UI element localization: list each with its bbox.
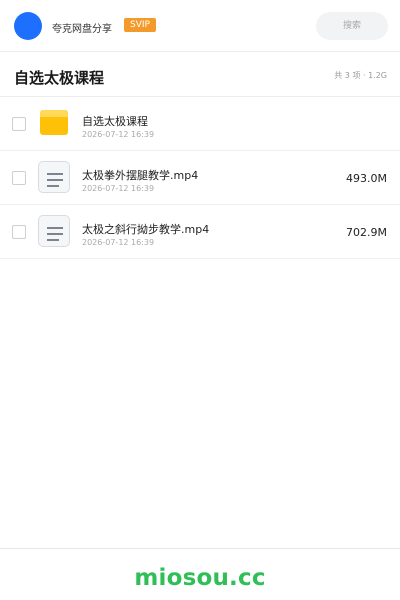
folder-title-bar: 自选太极课程 共 3 项 · 1.2G bbox=[0, 53, 400, 97]
file-row[interactable]: 自选太极课程 2026-07-12 16:39 bbox=[0, 97, 400, 151]
svip-badge[interactable]: SVIP bbox=[124, 18, 156, 32]
video-file-icon bbox=[38, 161, 70, 193]
file-date: 2026-07-12 16:39 bbox=[82, 130, 155, 139]
file-date: 2026-07-12 16:39 bbox=[82, 184, 155, 193]
file-date: 2026-07-12 16:39 bbox=[82, 238, 155, 247]
select-checkbox[interactable] bbox=[12, 117, 26, 131]
file-size: 702.9M bbox=[346, 226, 387, 239]
file-name[interactable]: 太极之斜行拗步教学.mp4 bbox=[82, 221, 209, 237]
top-header: 夸克网盘分享 SVIP bbox=[0, 0, 400, 52]
folder-icon bbox=[38, 107, 70, 139]
folder-summary: 共 3 项 · 1.2G bbox=[334, 71, 387, 80]
file-name[interactable]: 自选太极课程 bbox=[82, 113, 148, 129]
select-checkbox[interactable] bbox=[12, 225, 26, 239]
file-name[interactable]: 太极拳外摆腿教学.mp4 bbox=[82, 167, 198, 183]
page-title: 自选太极课程 bbox=[14, 69, 105, 87]
file-size: 493.0M bbox=[346, 172, 387, 185]
video-file-icon bbox=[38, 215, 70, 247]
select-checkbox[interactable] bbox=[12, 171, 26, 185]
search-input[interactable] bbox=[316, 12, 388, 40]
file-row[interactable]: 太极之斜行拗步教学.mp4 2026-07-12 16:39 702.9M bbox=[0, 205, 400, 259]
file-row[interactable]: 太极拳外摆腿教学.mp4 2026-07-12 16:39 493.0M bbox=[0, 151, 400, 205]
avatar[interactable] bbox=[14, 12, 42, 40]
app-title: 夸克网盘分享 bbox=[52, 24, 112, 35]
footer-site-link[interactable]: miosou.cc bbox=[0, 565, 400, 591]
footer: miosou.cc bbox=[0, 548, 400, 600]
